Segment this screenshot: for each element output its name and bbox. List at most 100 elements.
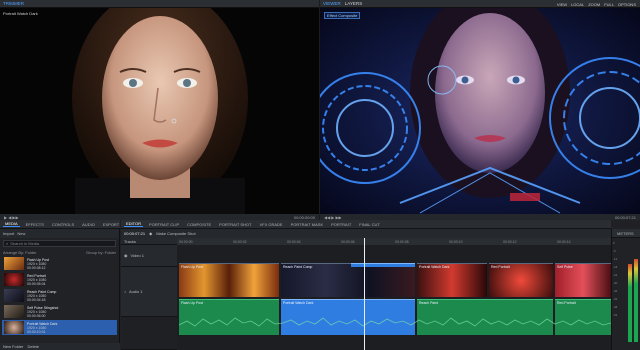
media-item[interactable]: Self Pulse Stingshot 1920 x 1080 00:00:06:… bbox=[2, 304, 117, 319]
tab-vfx-grade[interactable]: VFX GRADE bbox=[257, 222, 284, 227]
menu-view[interactable]: VIEW bbox=[557, 2, 567, 7]
media-duration: 00:00:10:01 bbox=[27, 329, 46, 334]
import-button[interactable]: Import bbox=[3, 231, 14, 236]
meter-bar-left bbox=[628, 264, 632, 342]
search-placeholder: Search in Media bbox=[10, 241, 40, 246]
clip-name: Reach Paint Comp bbox=[283, 265, 313, 269]
group-dropdown[interactable]: Group by: Folder bbox=[86, 250, 116, 255]
ruler-tick: 00:00:14 bbox=[557, 240, 571, 244]
media-name: Reach Paint Comp bbox=[27, 289, 57, 294]
new-button[interactable]: New bbox=[17, 231, 25, 236]
media-name: Red Portrait bbox=[27, 273, 46, 278]
ruler-tick: 00:00:00 bbox=[179, 240, 193, 244]
meter-scale-label: -24 bbox=[613, 273, 618, 277]
meter-scale: 0 -6 -12 -18 -24 -30 -36 -42 -48 -54 bbox=[613, 239, 617, 319]
tab-effects[interactable]: EFFECTS bbox=[24, 222, 46, 227]
video-clip[interactable]: Portrait Watch Dark bbox=[417, 263, 487, 297]
video-clip[interactable]: Red Portrait bbox=[489, 263, 553, 297]
audio-waveform bbox=[178, 317, 611, 327]
tab-portrait-clip[interactable]: PORTRAIT CLIP bbox=[147, 222, 181, 227]
video-clip[interactable]: Self Pulse bbox=[555, 263, 611, 297]
media-tabs: MEDIA EFFECTS CONTROLS AUDIO EXPORT bbox=[0, 220, 120, 229]
viewer-menu: VIEW LOCAL ZOOM FULL OPTIONS bbox=[557, 0, 636, 8]
tab-portrait-shot[interactable]: PORTRAIT SHOT bbox=[217, 222, 253, 227]
meter-scale-label: -48 bbox=[613, 305, 618, 309]
portrait-image-trimmer bbox=[0, 8, 319, 214]
tab-viewer[interactable]: VIEWER bbox=[323, 1, 341, 6]
ruler-tick: 00:00:12 bbox=[503, 240, 517, 244]
composite-icon[interactable]: ◆ bbox=[149, 231, 152, 236]
ruler-tick: 00:00:08 bbox=[395, 240, 409, 244]
clip-selection-bar[interactable] bbox=[351, 263, 415, 267]
media-item[interactable]: Red Portrait 1920 x 1080 00:00:05:04 bbox=[2, 272, 117, 287]
video-clip[interactable]: Reach Paint Comp bbox=[281, 263, 415, 297]
media-search-input[interactable]: ⌕ Search in Media bbox=[3, 240, 116, 247]
meter-scale-label: -36 bbox=[613, 289, 618, 293]
tab-final-cut[interactable]: FINAL CUT bbox=[357, 222, 382, 227]
track-name-audio: Audio 1 bbox=[129, 289, 143, 294]
editor-tabs: EDITOR PORTRAIT CLIP COMPOSITE PORTRAIT … bbox=[121, 220, 611, 229]
media-thumbnail bbox=[4, 305, 24, 318]
media-name: Flash Up Post bbox=[27, 257, 49, 262]
video-clip[interactable]: Flash Up Post bbox=[179, 263, 279, 297]
delete-button[interactable]: Delete bbox=[27, 344, 39, 349]
media-item[interactable]: Reach Paint Comp 1920 x 1080 00:00:04:18 bbox=[2, 288, 117, 303]
track-header-video: ◉ Video 1 bbox=[121, 245, 177, 267]
menu-zoom[interactable]: ZOOM bbox=[588, 2, 600, 7]
vfx-layer-label[interactable]: Effect Composite bbox=[324, 12, 361, 19]
tab-editor[interactable]: EDITOR bbox=[124, 221, 144, 227]
track-header-audio: ♪ Audio 1 bbox=[121, 267, 177, 317]
viewer-timecode: 00:00:07:21 bbox=[614, 214, 636, 220]
play-icon[interactable]: ▶ ◀ ▶▶ bbox=[4, 215, 19, 220]
trimmer-header: TRIMMER bbox=[0, 0, 319, 8]
audio-meters: METERS 0 -6 -12 -18 -24 -30 -36 -42 -48 … bbox=[611, 229, 640, 350]
media-name: Portrait Watch Dark bbox=[27, 321, 58, 326]
menu-local[interactable]: LOCAL bbox=[571, 2, 584, 7]
tab-trimmer[interactable]: TRIMMER bbox=[3, 1, 24, 6]
playhead[interactable] bbox=[364, 238, 365, 350]
ruler-tick: 00:00:10 bbox=[449, 240, 463, 244]
tab-portrait[interactable]: PORTRAIT bbox=[329, 222, 353, 227]
meter-scale-label: 0 bbox=[613, 241, 615, 245]
media-thumbnail bbox=[4, 273, 24, 286]
eye-icon[interactable]: ◉ bbox=[124, 253, 128, 258]
meter-scale-label: -6 bbox=[613, 249, 616, 253]
tab-export[interactable]: EXPORT bbox=[101, 222, 121, 227]
main-viewer[interactable]: Effect Composite bbox=[320, 8, 640, 214]
media-panel: Import New ⌕ Search in Media Arrange By:… bbox=[0, 229, 120, 350]
video-lane[interactable]: Flash Up Post Reach Paint Comp Portrait … bbox=[177, 263, 611, 297]
media-thumbnail bbox=[4, 289, 24, 302]
trimmer-viewer[interactable]: Portrait Watch Dark bbox=[0, 8, 319, 214]
timeline-ruler[interactable]: 00:00:00 00:00:02 00:00:04 00:00:06 00:0… bbox=[177, 238, 611, 245]
media-item[interactable]: Flash Up Post 1920 x 1080 00:00:08:12 bbox=[2, 256, 117, 271]
media-res: 1920 x 1080 bbox=[27, 261, 47, 266]
tracks-label: Tracks bbox=[124, 238, 136, 244]
meter-bar-right bbox=[634, 259, 638, 342]
timeline-timecode[interactable]: 00:00:07:21 bbox=[124, 231, 145, 236]
tab-composite[interactable]: COMPOSITE bbox=[185, 222, 213, 227]
meter-scale-label: -18 bbox=[613, 265, 618, 269]
tab-audio[interactable]: AUDIO bbox=[80, 222, 97, 227]
transport-icon[interactable]: ◀◀ ▶ ▶▶ bbox=[324, 215, 342, 220]
search-icon: ⌕ bbox=[6, 241, 9, 246]
new-folder-button[interactable]: New Folder bbox=[3, 344, 23, 349]
ruler-tick: 00:00:06 bbox=[341, 240, 355, 244]
meter-scale-label: -54 bbox=[613, 313, 618, 317]
media-thumbnail bbox=[4, 257, 24, 270]
media-bottom-bar: New Folder Delete bbox=[0, 343, 120, 350]
media-duration: 00:00:08:12 bbox=[27, 265, 46, 270]
audio-lane[interactable]: Flash Up Post Portrait Watch Dark Reach … bbox=[177, 299, 611, 335]
tab-portrait-mask[interactable]: PORTRAIT MASK bbox=[289, 222, 326, 227]
tab-controls[interactable]: CONTROLS bbox=[50, 222, 76, 227]
menu-options[interactable]: OPTIONS bbox=[618, 2, 636, 7]
menu-full[interactable]: FULL bbox=[604, 2, 614, 7]
editor-app: TRIMMER Portrait Watch Dark ▶ ◀ ▶▶ 00:00… bbox=[0, 0, 640, 350]
speaker-icon[interactable]: ♪ bbox=[124, 289, 126, 294]
media-item-selected[interactable]: Portrait Watch Dark 1920 x 1080 00:00:10:0… bbox=[2, 320, 117, 335]
clip-name: Self Pulse bbox=[557, 265, 573, 269]
tab-layers[interactable]: LAYERS bbox=[345, 1, 362, 6]
make-composite-button[interactable]: Make Composite Shot bbox=[156, 231, 195, 236]
media-duration: 00:00:05:04 bbox=[27, 281, 46, 286]
tab-media[interactable]: MEDIA bbox=[3, 221, 20, 227]
arrange-dropdown[interactable]: Arrange By: Folder bbox=[3, 250, 37, 255]
